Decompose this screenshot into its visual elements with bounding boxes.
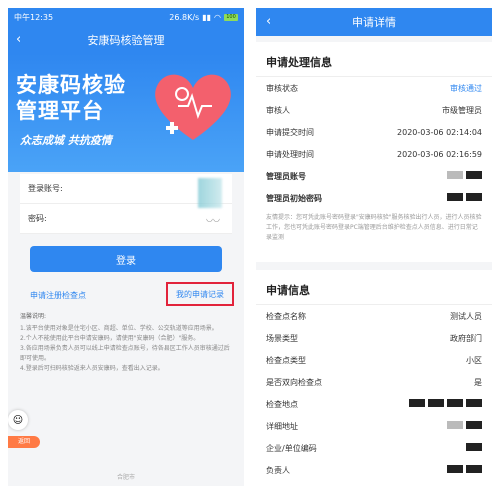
row-value: 市级管理员 bbox=[442, 105, 482, 115]
row-value: 测试人员 bbox=[450, 311, 482, 321]
notes: 温馨说明: 1.该平台使用对象是住宅小区、商超、单位、学校、公交轨道等应用场景。… bbox=[20, 312, 234, 374]
masked-value bbox=[444, 171, 482, 181]
row-value: 小区 bbox=[466, 355, 482, 365]
my-requests-link[interactable]: 我的申请记录 bbox=[166, 282, 234, 306]
login-screen: 中午12:35 26.8K/s ▮▮ ◠ 100 ‹ 安康码核验管理 安康码核验… bbox=[8, 8, 244, 486]
password-row: 密码: bbox=[20, 204, 232, 234]
row-value: 2020-03-06 02:16:59 bbox=[397, 149, 482, 159]
signal-icon: ▮▮ bbox=[202, 12, 212, 22]
row-label: 管理员初始密码 bbox=[266, 193, 322, 203]
review-status: 审核通过 bbox=[450, 83, 482, 93]
back-icon[interactable]: ‹ bbox=[16, 32, 21, 47]
floating-back-tag[interactable]: 返回 bbox=[8, 436, 40, 448]
info-row: 管理员初始密码 bbox=[256, 187, 492, 209]
section-title: 申请处理信息 bbox=[256, 42, 492, 77]
banner-title-line2: 管理平台 bbox=[16, 99, 104, 123]
masked-value bbox=[406, 399, 482, 409]
banner-title: 安康码核验 管理平台 bbox=[16, 72, 126, 124]
info-row: 审核状态 审核通过 bbox=[256, 77, 492, 99]
friendly-tip: 友情提示：您可凭此账号密码登录"安康码核验"服务核验出行人员，进行人员核验工作，… bbox=[266, 214, 482, 241]
row-label: 检查地点 bbox=[266, 399, 298, 409]
login-button[interactable]: 登录 bbox=[30, 246, 222, 272]
row-value: 政府部门 bbox=[450, 333, 482, 343]
info-row: 负责人 bbox=[256, 459, 492, 481]
password-input[interactable] bbox=[46, 214, 224, 223]
masked-value bbox=[444, 193, 482, 203]
status-bar: 中午12:35 26.8K/s ▮▮ ◠ 100 bbox=[8, 8, 244, 26]
blurred-avatar bbox=[198, 178, 222, 208]
info-row: 检查点名称 测试人员 bbox=[256, 305, 492, 327]
row-label: 管理员账号 bbox=[266, 171, 306, 181]
row-label: 检查点类型 bbox=[266, 355, 306, 365]
info-row: 是否双向检查点 是 bbox=[256, 371, 492, 393]
notes-title: 温馨说明: bbox=[20, 313, 47, 320]
page-title: 申请详情 bbox=[352, 16, 396, 29]
info-row: 申请提交时间 2020-03-06 02:14:04 bbox=[256, 121, 492, 143]
nav-bar: ‹ 申请详情 bbox=[256, 8, 492, 36]
note-item: 3.各应用场景负责人员可以线上申请检查点账号，待各县区工作人员审核通过后即可使用… bbox=[20, 345, 230, 362]
row-label: 检查点名称 bbox=[266, 311, 306, 321]
row-label: 申请处理时间 bbox=[266, 149, 314, 159]
footer-text: 合肥市 bbox=[116, 474, 135, 481]
nav-bar: ‹ 安康码核验管理 bbox=[8, 26, 244, 54]
banner-title-line1: 安康码核验 bbox=[16, 73, 126, 97]
info-row: 详细地址 bbox=[256, 415, 492, 437]
row-label: 是否双向检查点 bbox=[266, 377, 322, 387]
password-label: 密码: bbox=[28, 214, 47, 223]
row-label: 负责人 bbox=[266, 465, 290, 475]
processing-info-section: 申请处理信息 审核状态 审核通过 审核人 市级管理员 申请提交时间 2020-0… bbox=[256, 42, 492, 262]
login-form: 登录账号: 密码: ◡◡ bbox=[20, 174, 232, 234]
register-checkpoint-link[interactable]: 申请注册检查点 bbox=[30, 290, 86, 301]
masked-value bbox=[463, 443, 482, 453]
battery-icon: 100 bbox=[224, 13, 238, 21]
row-label: 场景类型 bbox=[266, 333, 298, 343]
note-item: 1.该平台使用对象是住宅小区、商超、单位、学校、公交轨道等应用场景。 bbox=[20, 325, 218, 332]
robot-icon[interactable]: ☺ bbox=[8, 410, 28, 430]
info-row: 企业/单位编码 bbox=[256, 437, 492, 459]
info-row: 检查地点 bbox=[256, 393, 492, 415]
row-label: 详细地址 bbox=[266, 421, 298, 431]
status-time: 中午12:35 bbox=[14, 12, 54, 22]
page-title: 安康码核验管理 bbox=[87, 34, 165, 47]
note-item: 4.登录后可扫码核验返来人员安康码，查看出入记录。 bbox=[20, 365, 164, 372]
row-value: 2020-03-06 02:14:04 bbox=[397, 127, 482, 137]
info-row: 申请处理时间 2020-03-06 02:16:59 bbox=[256, 143, 492, 165]
row-label: 企业/单位编码 bbox=[266, 443, 317, 453]
row-label: 审核人 bbox=[266, 105, 290, 115]
account-label: 登录账号: bbox=[28, 184, 63, 193]
row-label: 申请提交时间 bbox=[266, 127, 314, 137]
back-icon[interactable]: ‹ bbox=[266, 14, 271, 29]
wifi-icon: ◠ bbox=[214, 12, 221, 22]
info-row: 场景类型 政府部门 bbox=[256, 327, 492, 349]
row-value: 是 bbox=[474, 377, 482, 387]
info-row: 检查点类型 小区 bbox=[256, 349, 492, 371]
network-speed: 26.8K/s bbox=[169, 12, 200, 22]
application-info-section: 申请信息 检查点名称 测试人员 场景类型 政府部门 检查点类型 小区 是否双向检… bbox=[256, 270, 492, 486]
banner: 安康码核验 管理平台 众志成城 共抗疫情 bbox=[8, 54, 244, 172]
row-label: 审核状态 bbox=[266, 83, 298, 93]
info-row: 审核人 市级管理员 bbox=[256, 99, 492, 121]
request-detail-screen: ‹ 申请详情 申请处理信息 审核状态 审核通过 审核人 市级管理员 申请提交时间… bbox=[256, 8, 492, 486]
eye-icon[interactable]: ◡◡ bbox=[206, 214, 220, 223]
masked-value bbox=[444, 421, 482, 431]
info-row: 管理员账号 bbox=[256, 165, 492, 187]
section-title: 申请信息 bbox=[256, 270, 492, 305]
banner-slogan: 众志成城 共抗疫情 bbox=[20, 134, 112, 147]
masked-value bbox=[444, 465, 482, 475]
heart-stethoscope-icon bbox=[155, 74, 231, 140]
note-item: 2.个人不能使用此平台申请安康码，请使用"安康码（合肥）"服务。 bbox=[20, 335, 200, 342]
